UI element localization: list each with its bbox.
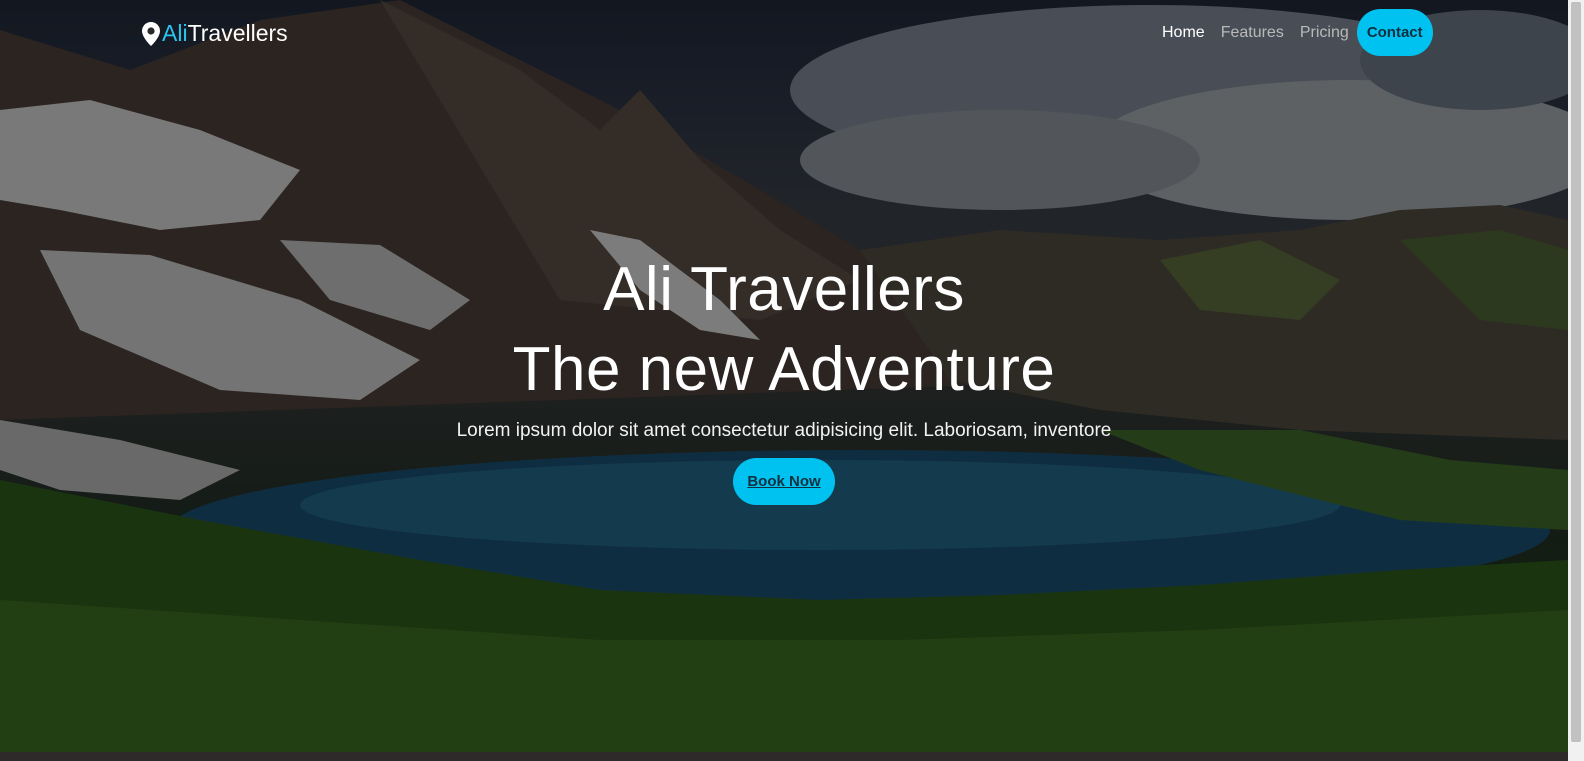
scrollbar-thumb[interactable] [1571,2,1581,742]
page-bottom-edge [0,752,1568,761]
hero-subtitle: Lorem ipsum dolor sit amet consectetur a… [456,420,1112,441]
nav-item-home[interactable]: Home [1162,24,1205,42]
nav-item-features[interactable]: Features [1221,24,1284,42]
map-pin-icon [142,21,160,46]
brand-logo[interactable]: Ali Travellers [142,20,288,47]
hero-title-line2: The new Adventure [512,335,1056,404]
contact-button[interactable]: Contact [1356,9,1433,56]
brand-name-suffix: Travellers [187,20,288,46]
hero-title-line1: Ali Travellers [603,255,965,324]
hero-content: Ali Travellers The new Adventure Lorem i… [0,250,1568,505]
brand-name-prefix: Ali [162,20,188,46]
hero-title: Ali Travellers The new Adventure [0,250,1568,410]
book-now-button[interactable]: Book Now [733,458,835,505]
top-navigation: Home Features Pricing Contact [1162,9,1433,56]
hero-section: Ali Travellers Home Features Pricing Cont… [0,0,1568,752]
nav-item-pricing[interactable]: Pricing [1300,24,1349,42]
